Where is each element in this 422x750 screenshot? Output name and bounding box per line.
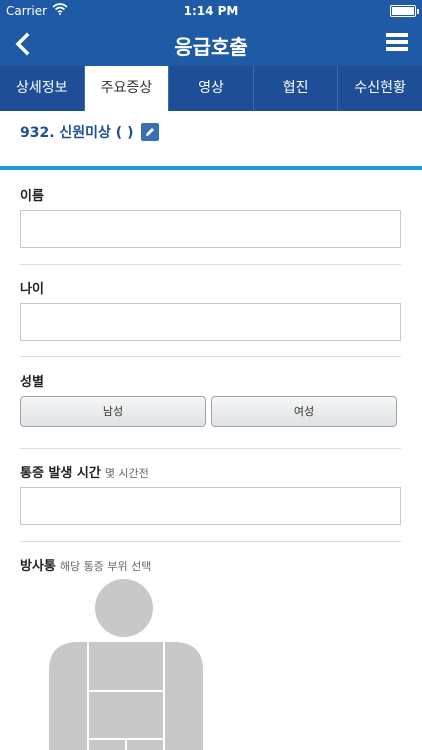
- body-region-left-leg[interactable]: [127, 740, 163, 750]
- status-bar: Carrier 1:14 PM: [0, 0, 422, 22]
- nav-bar: 응급호출: [0, 22, 422, 66]
- body-diagram: [49, 579, 203, 750]
- battery-icon: [390, 5, 419, 17]
- clock: 1:14 PM: [183, 4, 239, 18]
- separator: [20, 264, 401, 265]
- edit-button[interactable]: [141, 123, 160, 141]
- case-header: 932. 신원미상 ( ): [20, 120, 160, 144]
- separator: [20, 356, 401, 357]
- gender-male-button[interactable]: 남성: [20, 396, 206, 427]
- radiating-pain-label: 방사통 해당 통증 부위 선택: [20, 555, 151, 574]
- tab-details[interactable]: 상세정보: [0, 66, 85, 111]
- hamburger-icon: [386, 33, 408, 37]
- gender-female-button[interactable]: 여성: [211, 396, 397, 427]
- radiating-pain-hint: 해당 통증 부위 선택: [59, 560, 152, 573]
- body-region-left-arm[interactable]: [165, 642, 203, 750]
- age-label: 나이: [20, 282, 44, 297]
- body-region-right-leg[interactable]: [89, 740, 125, 750]
- pain-time-input[interactable]: [20, 487, 401, 525]
- separator: [20, 448, 401, 449]
- body-region-chest[interactable]: [89, 642, 163, 690]
- page-title: 응급호출: [174, 35, 248, 59]
- separator: [20, 541, 401, 542]
- pencil-icon: [146, 128, 155, 136]
- tab-video[interactable]: 영상: [169, 66, 254, 111]
- body-region-head[interactable]: [95, 579, 153, 637]
- tab-bar: 상세정보 주요증상 영상 협진 수신현황: [0, 66, 422, 111]
- pain-time-label: 통증 발생 시간 몇 시간전: [20, 462, 149, 481]
- body-region-right-arm[interactable]: [49, 642, 87, 750]
- pain-time-hint: 몇 시간전: [104, 467, 149, 480]
- tab-symptoms[interactable]: 주요증상: [84, 66, 170, 111]
- name-label: 이름: [20, 189, 44, 204]
- body-region-abdomen[interactable]: [89, 692, 163, 738]
- gender-label: 성별: [20, 375, 44, 390]
- age-input[interactable]: [20, 303, 401, 341]
- name-input[interactable]: [20, 210, 401, 248]
- case-label: 932. 신원미상 ( ): [20, 125, 134, 141]
- pain-time-title: 통증 발생 시간: [20, 466, 101, 481]
- tab-receipt-status[interactable]: 수신현황: [338, 66, 422, 111]
- radiating-pain-title: 방사통: [20, 559, 56, 574]
- menu-button[interactable]: [386, 33, 408, 55]
- tab-consult[interactable]: 협진: [254, 66, 339, 111]
- section-divider: [0, 166, 422, 170]
